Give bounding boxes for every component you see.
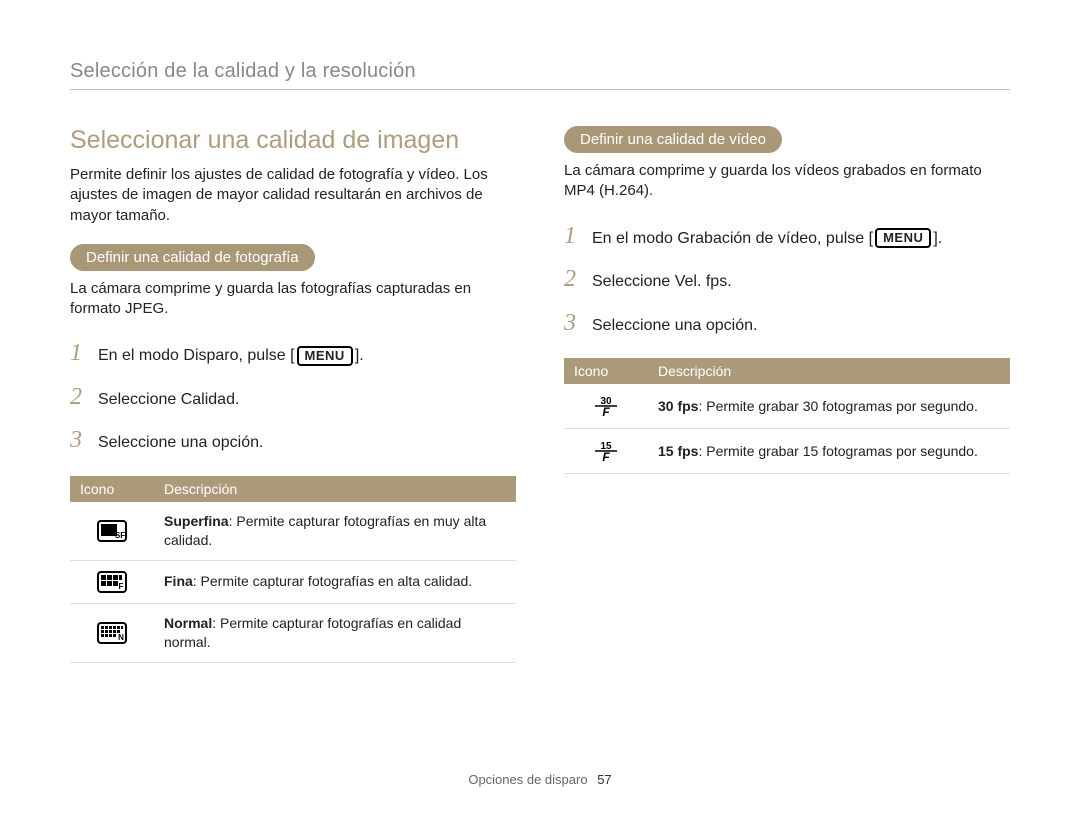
table-row: 15 F 15 fps: Permite grabar 15 fotograma… <box>564 429 1010 474</box>
step-text: Seleccione una opción. <box>98 432 263 454</box>
table-row: N Normal: Permite capturar fotografías e… <box>70 603 516 662</box>
subheading-pill-photo: Definir una calidad de fotografía <box>70 244 315 271</box>
right-column: Definir una calidad de vídeo La cámara c… <box>564 126 1010 663</box>
icon-cell: 15 F <box>564 429 648 474</box>
svg-text:F: F <box>602 405 610 418</box>
fps-30-icon: 30 F <box>593 394 619 418</box>
step-bold: Vel. fps <box>675 273 727 290</box>
quality-table: Icono Descripción SF Superfina: Permite … <box>70 476 516 663</box>
row-text: : Permite grabar 30 fotogramas por segun… <box>698 398 977 414</box>
page: Selección de la calidad y la resolución … <box>0 0 1080 815</box>
icon-cell: N <box>70 603 154 662</box>
svg-text:N: N <box>118 633 124 642</box>
icon-cell: F <box>70 560 154 603</box>
row-bold: Fina <box>164 573 193 589</box>
step-text: En el modo Grabación de vídeo, pulse [ <box>592 230 873 247</box>
row-bold: 30 fps <box>658 398 698 414</box>
th-desc: Descripción <box>154 476 516 502</box>
row-text: : Permite grabar 15 fotogramas por segun… <box>698 443 977 459</box>
footer-section: Opciones de disparo <box>468 772 587 787</box>
desc-cell: Normal: Permite capturar fotografías en … <box>154 603 516 662</box>
fps-table: Icono Descripción 30 F <box>564 358 1010 474</box>
desc-cell: 30 fps: Permite grabar 30 fotogramas por… <box>648 384 1010 429</box>
row-bold: 15 fps <box>658 443 698 459</box>
th-icon: Icono <box>564 358 648 384</box>
th-desc: Descripción <box>648 358 1010 384</box>
step-2: Seleccione Vel. fps. <box>564 263 1010 297</box>
subheading-pill-video: Definir una calidad de vídeo <box>564 126 782 153</box>
left-column: Seleccionar una calidad de imagen Permit… <box>70 126 516 663</box>
subintro-photo: La cámara comprime y guarda las fotograf… <box>70 279 516 320</box>
table-row: SF Superfina: Permite capturar fotografí… <box>70 502 516 560</box>
step-text: . <box>727 273 731 290</box>
desc-cell: Fina: Permite capturar fotografías en al… <box>154 560 516 603</box>
table-row: F Fina: Permite capturar fotografías en … <box>70 560 516 603</box>
th-icon: Icono <box>70 476 154 502</box>
row-text: : Permite capturar fotografías en alta c… <box>193 573 472 589</box>
two-column-layout: Seleccionar una calidad de imagen Permit… <box>70 126 1010 663</box>
page-footer: Opciones de disparo 57 <box>0 772 1080 787</box>
table-row: 30 F 30 fps: Permite grabar 30 fotograma… <box>564 384 1010 429</box>
step-2: Seleccione Calidad. <box>70 381 516 415</box>
step-text: Seleccione <box>98 391 181 408</box>
step-1: En el modo Grabación de vídeo, pulse [ME… <box>564 220 1010 254</box>
svg-text:F: F <box>602 450 610 463</box>
step-text: Seleccione una opción. <box>592 315 757 337</box>
normal-icon: N <box>97 622 127 644</box>
icon-cell: 30 F <box>564 384 648 429</box>
row-bold: Superfina <box>164 513 229 529</box>
desc-cell: 15 fps: Permite grabar 15 fotogramas por… <box>648 429 1010 474</box>
step-3: Seleccione una opción. <box>70 424 516 458</box>
svg-text:F: F <box>119 582 124 591</box>
steps-photo: En el modo Disparo, pulse [MENU]. Selecc… <box>70 337 516 458</box>
subintro-video: La cámara comprime y guarda los vídeos g… <box>564 161 1010 202</box>
menu-button-icon: MENU <box>297 346 353 366</box>
page-number: 57 <box>597 772 611 787</box>
steps-video: En el modo Grabación de vídeo, pulse [ME… <box>564 220 1010 341</box>
step-text: ]. <box>933 230 942 247</box>
intro-paragraph: Permite definir los ajustes de calidad d… <box>70 165 516 226</box>
row-bold: Normal <box>164 615 212 631</box>
page-header-title: Selección de la calidad y la resolución <box>70 60 1010 90</box>
menu-button-icon: MENU <box>875 228 931 248</box>
desc-cell: Superfina: Permite capturar fotografías … <box>154 502 516 560</box>
step-3: Seleccione una opción. <box>564 307 1010 341</box>
fps-15-icon: 15 F <box>593 439 619 463</box>
step-bold: Calidad <box>181 391 235 408</box>
step-text: Seleccione <box>592 273 675 290</box>
step-text: ]. <box>355 347 364 364</box>
step-1: En el modo Disparo, pulse [MENU]. <box>70 337 516 371</box>
svg-text:SF: SF <box>115 531 125 540</box>
icon-cell: SF <box>70 502 154 560</box>
step-text: En el modo Disparo, pulse [ <box>98 347 295 364</box>
section-title: Seleccionar una calidad de imagen <box>70 126 516 155</box>
step-text: . <box>235 391 239 408</box>
superfine-icon: SF <box>97 520 127 542</box>
fine-icon: F <box>97 571 127 593</box>
